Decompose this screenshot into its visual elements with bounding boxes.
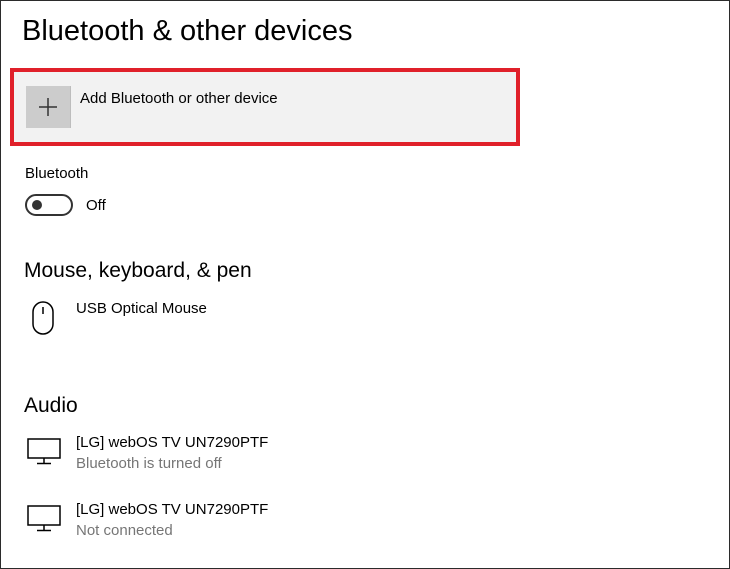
plus-icon: [26, 86, 71, 128]
add-device-highlight: Add Bluetooth or other device: [10, 68, 520, 146]
device-name: [LG] webOS TV UN7290PTF: [76, 434, 269, 451]
add-device-label: Add Bluetooth or other device: [80, 90, 278, 107]
device-item-audio-2[interactable]: [LG] webOS TV UN7290PTF Not connected: [25, 501, 505, 545]
monitor-icon: [27, 505, 61, 532]
page-title: Bluetooth & other devices: [22, 15, 353, 47]
mouse-icon: [32, 301, 54, 335]
device-status: Bluetooth is turned off: [76, 455, 222, 472]
add-device-button[interactable]: Add Bluetooth or other device: [14, 72, 516, 142]
device-item-audio-1[interactable]: [LG] webOS TV UN7290PTF Bluetooth is tur…: [25, 434, 505, 478]
section-heading-mouse: Mouse, keyboard, & pen: [24, 259, 252, 282]
device-name: USB Optical Mouse: [76, 300, 207, 317]
toggle-knob: [32, 200, 42, 210]
settings-window: Bluetooth & other devices Add Bluetooth …: [0, 0, 730, 569]
section-heading-audio: Audio: [24, 394, 78, 417]
device-item-mouse[interactable]: USB Optical Mouse: [25, 300, 505, 344]
bluetooth-toggle[interactable]: [25, 194, 73, 216]
device-status: Not connected: [76, 522, 173, 539]
device-name: [LG] webOS TV UN7290PTF: [76, 501, 269, 518]
monitor-icon: [27, 438, 61, 465]
bluetooth-toggle-state: Off: [86, 197, 106, 214]
bluetooth-label: Bluetooth: [25, 165, 89, 182]
